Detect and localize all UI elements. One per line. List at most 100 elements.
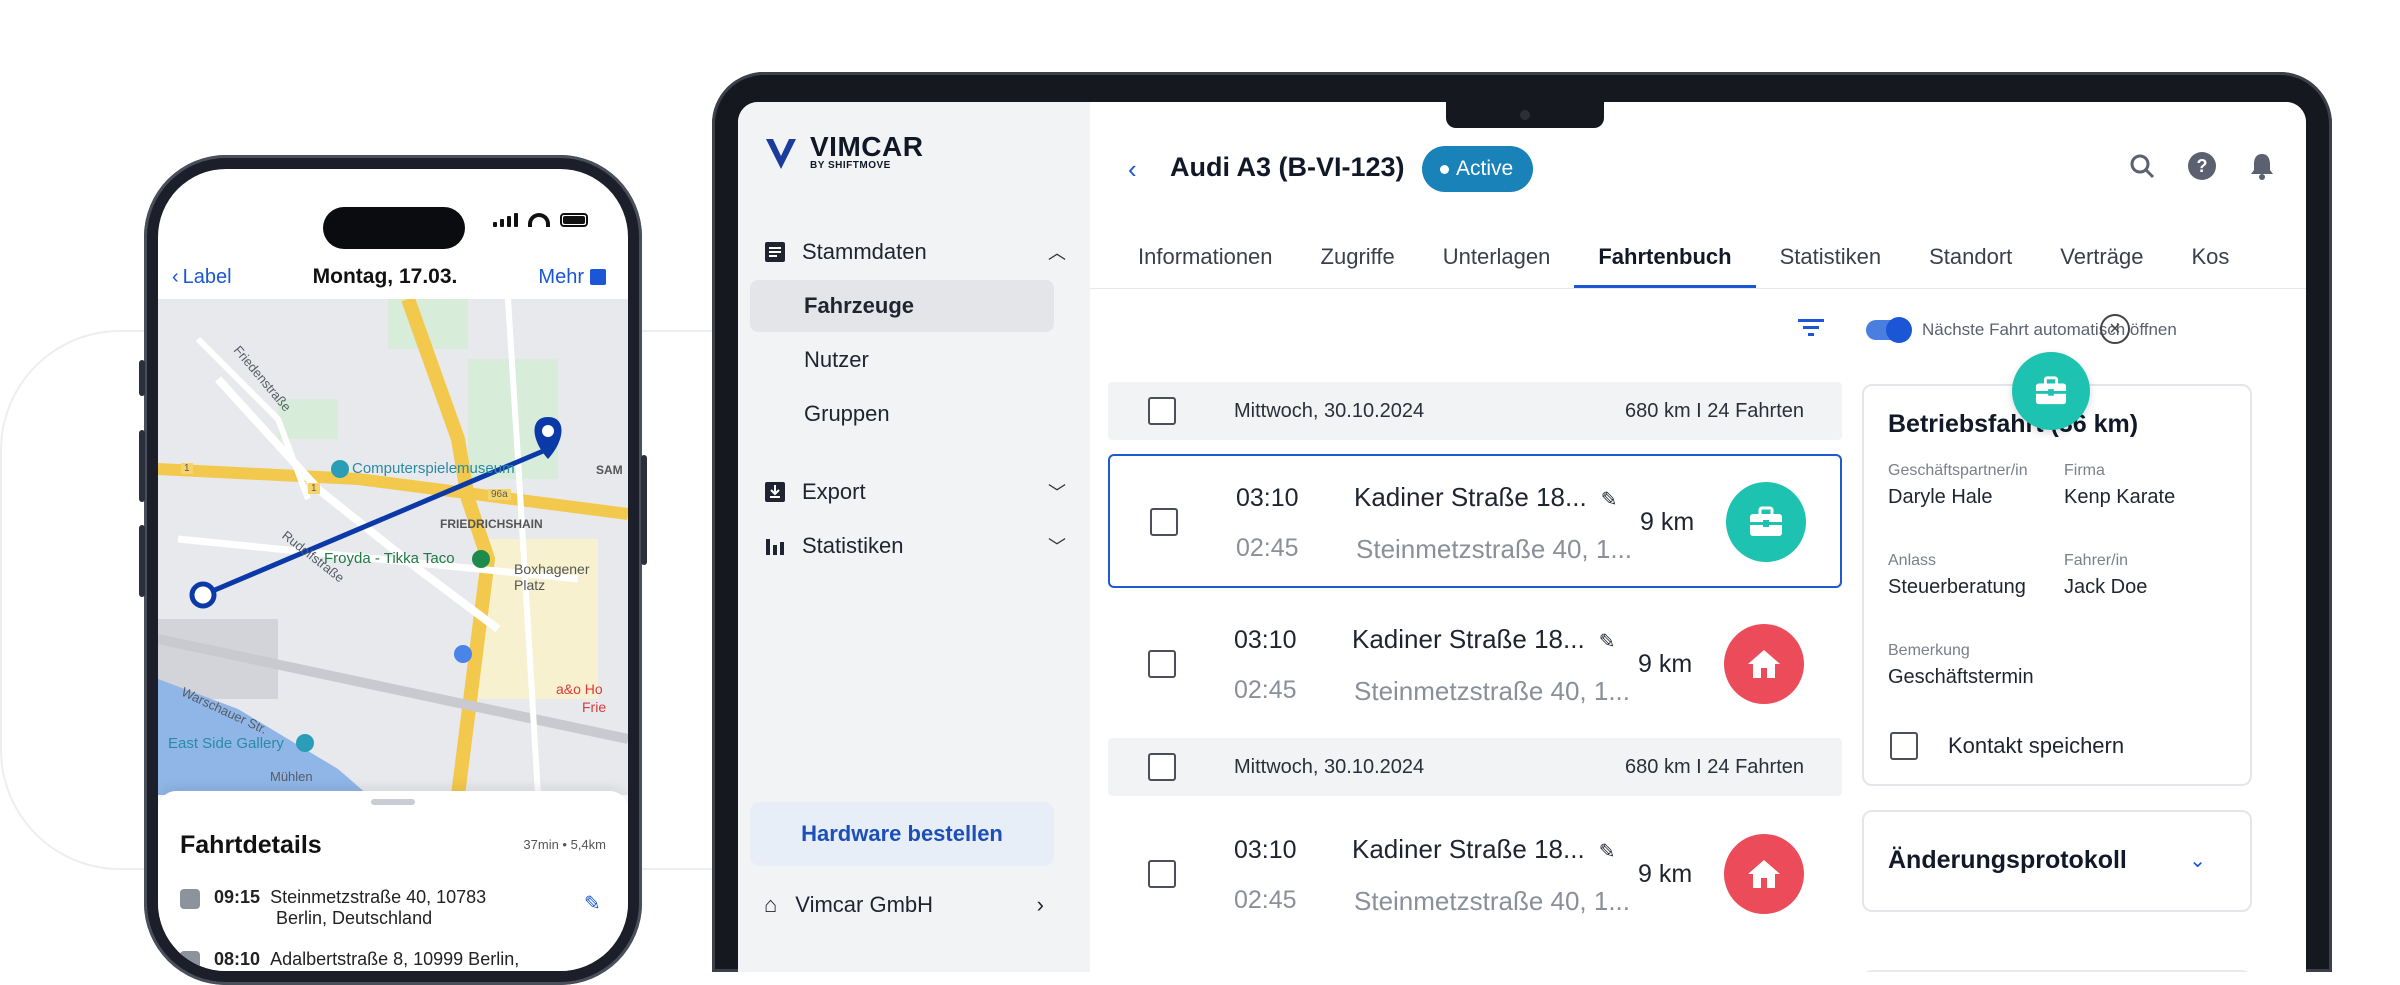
- business-trip-button[interactable]: [1726, 482, 1806, 562]
- company-name: Vimcar GmbH: [795, 892, 934, 917]
- tab-zugriffe[interactable]: Zugriffe: [1297, 238, 1419, 288]
- sidebar-item-gruppen[interactable]: Gruppen: [750, 388, 1054, 440]
- sidebar-item-nutzer[interactable]: Nutzer: [750, 334, 1054, 386]
- sidebar-section-statistiken[interactable]: Statistiken ﹀: [764, 522, 1066, 570]
- map-poi-label: Boxhagener Platz: [514, 561, 590, 593]
- business-trip-fab[interactable]: [2012, 352, 2090, 430]
- house-icon: [1748, 650, 1780, 678]
- day-checkbox[interactable]: [1148, 753, 1176, 781]
- edit-pencil-icon[interactable]: ✎: [1599, 631, 1616, 653]
- trip-meta: 37min • 5,4km: [523, 837, 606, 852]
- trip-details-sheet[interactable]: Fahrtdetails 37min • 5,4km 09:15 Steinme…: [158, 791, 628, 971]
- map-poi-label: a&o Ho: [556, 681, 603, 697]
- day-summary: 680 km I 24 Fahrten: [1625, 399, 1804, 422]
- map-district-label: FRIEDRICHSHAIN: [440, 517, 543, 531]
- phone-volume-up: [139, 430, 145, 502]
- trip-distance: 9 km: [1638, 650, 1693, 678]
- phone-nav-bar: ‹ Label Montag, 17.03. Mehr: [158, 257, 628, 297]
- stop-address-line2: Berlin, Deutschland: [276, 908, 433, 928]
- tab-standort[interactable]: Standort: [1905, 238, 2036, 288]
- company-switcher[interactable]: ⌂ Vimcar GmbH ›: [764, 880, 1044, 930]
- phone-power-button: [641, 455, 647, 565]
- sidebar-section-stammdaten[interactable]: Stammdaten ︿: [764, 228, 1066, 276]
- filter-icon[interactable]: [1796, 316, 1826, 340]
- more-button[interactable]: Mehr: [538, 266, 606, 289]
- changelog-panel[interactable]: Änderungsprotokoll ⌄: [1862, 810, 2252, 912]
- tab-kosten[interactable]: Kos: [2167, 238, 2253, 288]
- save-contact-checkbox[interactable]: [1890, 732, 1918, 760]
- tab-statistiken[interactable]: Statistiken: [1756, 238, 1906, 288]
- trip-checkbox[interactable]: [1150, 508, 1178, 536]
- field-label: Geschäftspartner/in: [1888, 462, 2028, 479]
- back-arrow-icon[interactable]: ‹: [1128, 154, 1137, 185]
- sidebar: VIMCAR BY SHIFTMOVE Stammdaten ︿ Fahrzeu…: [738, 102, 1090, 972]
- vimcar-logo-icon: [766, 138, 796, 169]
- tab-informationen[interactable]: Informationen: [1138, 238, 1297, 288]
- tab-vertraege[interactable]: Verträge: [2036, 238, 2167, 288]
- trip-checkbox[interactable]: [1148, 860, 1176, 888]
- sidebar-section-label: Statistiken: [802, 533, 904, 558]
- save-contact-row[interactable]: Kontakt speichern: [1890, 732, 2124, 760]
- map-poi-label: Froyda - Tikka Taco: [324, 550, 455, 567]
- phone-screen: ‹ Label Montag, 17.03. Mehr Friedenstraß…: [158, 169, 628, 971]
- bar-chart-icon: [766, 539, 784, 555]
- sheet-grabber[interactable]: [371, 799, 415, 805]
- vimcar-logo[interactable]: VIMCAR BY SHIFTMOVE: [764, 133, 923, 171]
- help-icon[interactable]: ?: [2188, 152, 2216, 180]
- trip-destination: Kadiner Straße 18...: [1352, 624, 1585, 654]
- chevron-up-icon: ︿: [1048, 243, 1066, 263]
- status-badge: Active: [1422, 146, 1534, 192]
- field-value: Jack Doe: [2064, 576, 2148, 598]
- trip-start-time: 02:45: [1234, 886, 1297, 914]
- dynamic-island: [323, 207, 465, 249]
- trip-stop: 08:10 Adalbertstraße 8, 10999 Berlin,: [180, 949, 519, 971]
- edit-pencil-icon[interactable]: ✎: [1599, 841, 1616, 863]
- search-icon[interactable]: [2128, 152, 2156, 180]
- road-number: 96a: [488, 489, 511, 500]
- chevron-right-icon: ›: [1036, 892, 1044, 917]
- chevron-down-icon: ﹀: [1048, 483, 1066, 503]
- laptop-screen: VIMCAR BY SHIFTMOVE Stammdaten ︿ Fahrzeu…: [738, 102, 2306, 972]
- trip-detail-panel: Betriebsfahrt (36 km) Geschäftspartner/i…: [1862, 384, 2252, 786]
- hardware-order-button[interactable]: Hardware bestellen: [750, 802, 1054, 866]
- image-icon: [589, 269, 606, 285]
- trip-origin: Steinmetzstraße 40, 1...: [1356, 534, 1633, 564]
- sidebar-item-fahrzeuge[interactable]: Fahrzeuge: [750, 280, 1054, 332]
- camera-notch: [1446, 102, 1604, 128]
- sidebar-section-export[interactable]: Export ﹀: [764, 468, 1066, 516]
- trip-start-time: 02:45: [1236, 534, 1299, 562]
- trip-distance: 9 km: [1640, 508, 1695, 536]
- tabs-divider: [1090, 288, 2306, 289]
- tab-fahrtenbuch[interactable]: Fahrtenbuch: [1574, 238, 1756, 288]
- list-icon: [765, 242, 785, 262]
- day-checkbox[interactable]: [1148, 397, 1176, 425]
- trip-row[interactable]: 03:10 02:45 Kadiner Straße 18... ✎ Steinm…: [1108, 454, 1842, 588]
- mini-map-preview[interactable]: [1862, 970, 2252, 972]
- trip-checkbox[interactable]: [1148, 650, 1176, 678]
- sidebar-section-label: Stammdaten: [802, 239, 927, 264]
- private-trip-button[interactable]: [1724, 624, 1804, 704]
- trip-destination: Kadiner Straße 18...: [1352, 834, 1585, 864]
- trip-origin: Steinmetzstraße 40, 1...: [1354, 676, 1631, 706]
- back-button[interactable]: ‹ Label: [172, 266, 232, 289]
- field-value: Geschäftstermin: [1888, 666, 2034, 688]
- trip-row[interactable]: 03:10 02:45 Kadiner Straße 18... ✎ Steinm…: [1108, 808, 1842, 942]
- trip-row[interactable]: 03:10 02:45 Kadiner Straße 18... ✎ Steinm…: [1108, 598, 1842, 732]
- tab-unterlagen[interactable]: Unterlagen: [1419, 238, 1575, 288]
- trip-map[interactable]: Friedenstraße Rudolfstraße Warschauer St…: [158, 299, 628, 795]
- stop-address: Adalbertstraße 8, 10999 Berlin,: [270, 949, 520, 969]
- trip-stop: 09:15 Steinmetzstraße 40, 10783 Berlin, D…: [180, 887, 486, 929]
- phone-volume-down: [139, 525, 145, 597]
- briefcase-icon: [2035, 376, 2067, 405]
- edit-pencil-icon[interactable]: ✎: [1601, 489, 1618, 511]
- day-date: Mittwoch, 30.10.2024: [1234, 755, 1425, 778]
- bell-icon[interactable]: [2248, 152, 2276, 180]
- private-trip-button[interactable]: [1724, 834, 1804, 914]
- auto-open-toggle[interactable]: [1866, 317, 1912, 343]
- road-number: 1: [308, 483, 320, 494]
- download-icon: [765, 482, 785, 502]
- trip-distance: 9 km: [1638, 860, 1693, 888]
- close-icon[interactable]: ×: [2100, 314, 2130, 344]
- field-label: Fahrer/in: [2064, 552, 2129, 569]
- edit-icon[interactable]: ✎: [584, 891, 606, 915]
